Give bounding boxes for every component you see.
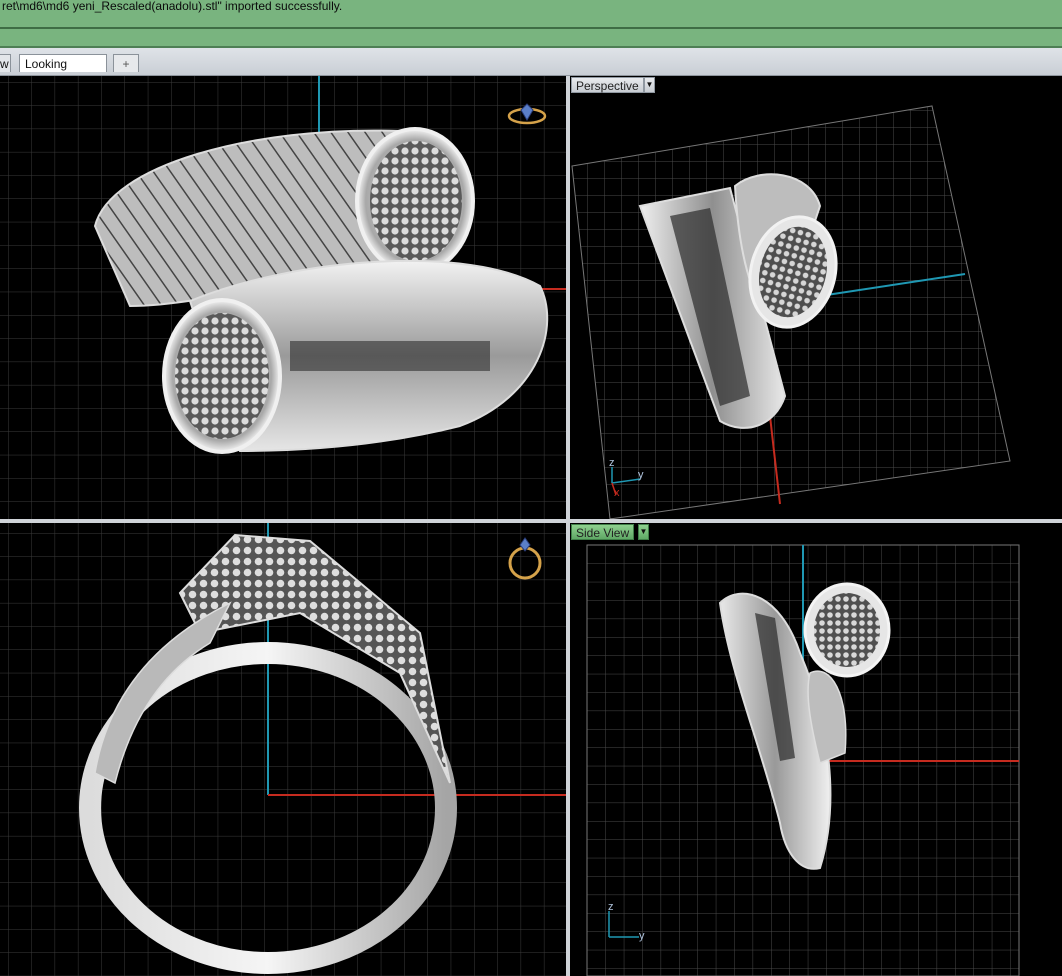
side-view-dropdown-icon[interactable]: ▼ xyxy=(638,524,649,540)
axis-z-label: z xyxy=(608,901,614,913)
axis-triad-icon: z y x xyxy=(606,457,646,501)
axis-y-label: y xyxy=(638,469,644,481)
command-input[interactable] xyxy=(0,29,1062,46)
command-bar: ret\md6\md6 yeni_Rescaled(anadolu).stl" … xyxy=(0,0,1062,48)
view-tab-bar: w Looking Down + xyxy=(0,48,1062,89)
plus-icon: + xyxy=(122,57,130,71)
viewport-top[interactable] xyxy=(0,76,566,519)
tab-looking-down[interactable]: Looking Down xyxy=(19,54,107,89)
axis-x-label: x xyxy=(614,487,620,499)
tab-previous-view[interactable]: w xyxy=(0,54,11,72)
axis-z-label: z xyxy=(609,457,615,469)
perspective-dropdown-icon[interactable]: ▼ xyxy=(644,77,655,93)
viewport-perspective-canvas xyxy=(571,105,1011,519)
viewport-vertical-divider[interactable] xyxy=(566,76,570,976)
viewport-side[interactable]: Side View ▼ z y xyxy=(570,523,1062,976)
viewport-perspective[interactable]: Perspective ▼ z y x xyxy=(570,76,1062,519)
command-message: ret\md6\md6 yeni_Rescaled(anadolu).stl" … xyxy=(2,0,343,13)
add-tab-button[interactable]: + xyxy=(113,54,139,72)
viewport-horizontal-divider[interactable] xyxy=(0,519,1062,523)
axis-triad-icon: z y xyxy=(603,901,648,943)
axis-y-label: y xyxy=(639,930,645,942)
viewport-top-canvas xyxy=(0,76,566,519)
side-view-label[interactable]: Side View xyxy=(571,524,635,540)
perspective-view-label[interactable]: Perspective xyxy=(571,77,644,93)
viewport-front-canvas xyxy=(0,523,566,976)
viewport-front[interactable] xyxy=(0,523,566,976)
